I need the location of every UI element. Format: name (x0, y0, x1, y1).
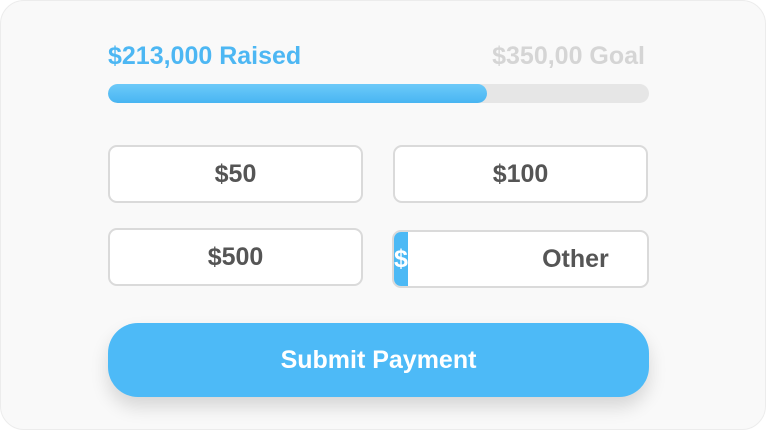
amount-50-button[interactable]: $50 (108, 145, 363, 203)
progress-bar (108, 84, 649, 103)
progress-fill (108, 84, 487, 103)
other-amount-input[interactable] (407, 232, 647, 286)
amount-500-button[interactable]: $500 (108, 228, 363, 286)
amount-100-button[interactable]: $100 (393, 145, 648, 203)
raised-amount: $213,000 Raised (108, 42, 302, 70)
goal-amount: $350,00 Goal (492, 42, 645, 70)
submit-payment-button[interactable]: Submit Payment (108, 323, 649, 397)
other-amount-field[interactable]: $ (392, 230, 649, 288)
donation-card: $213,000 Raised $350,00 Goal $50 $100 $5… (0, 0, 766, 430)
currency-prefix: $ (394, 232, 408, 286)
